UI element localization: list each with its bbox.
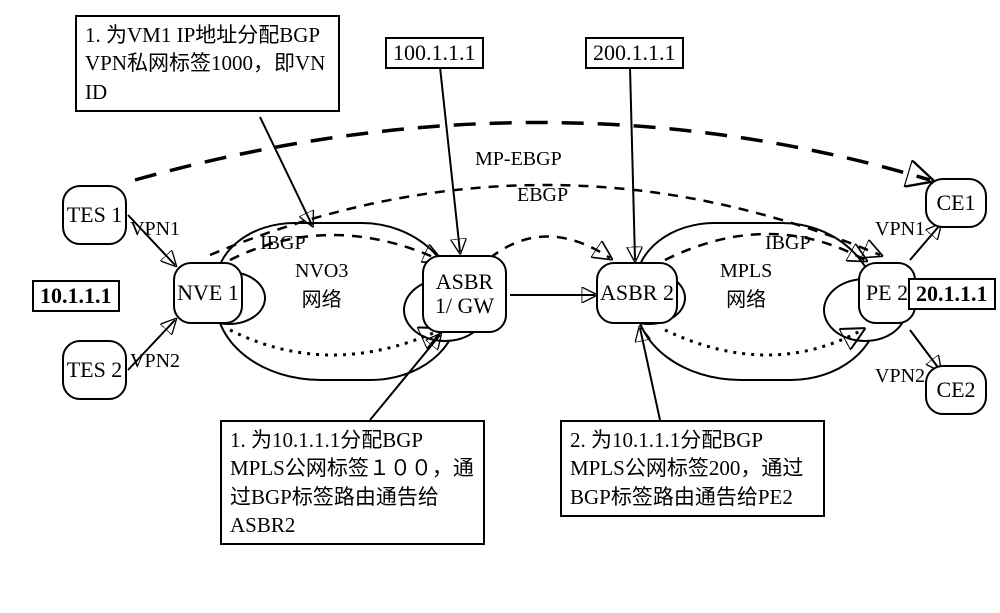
leader-note1 xyxy=(260,117,312,225)
ip-nve1: 10.1.1.1 xyxy=(32,280,120,312)
ip-pe2: 20.1.1.1 xyxy=(908,278,996,310)
node-tes1: TES 1 xyxy=(62,185,127,245)
node-ce1: CE1 xyxy=(925,178,987,228)
cloud-nvo3-label: NVO3 网络 xyxy=(295,260,348,312)
node-asbr2: ASBR 2 xyxy=(596,262,678,324)
diagram-stage: NVO3 网络 MPLS 网络 TES 1 TES 2 NVE 1 ASBR 1… xyxy=(0,0,1000,613)
label-vpn1-left: VPN1 xyxy=(130,218,180,241)
label-vpn1-right: VPN1 xyxy=(875,218,925,241)
leader-ip-asbr1 xyxy=(440,67,460,252)
node-nve1: NVE 1 xyxy=(173,262,243,324)
node-ce2: CE2 xyxy=(925,365,987,415)
ip-asbr2: 200.1.1.1 xyxy=(585,37,684,69)
leader-ip-asbr2 xyxy=(630,67,635,260)
label-vpn2-right: VPN2 xyxy=(875,365,925,388)
arc-ebgp xyxy=(490,237,610,259)
note-4: 2. 为10.1.1.1分配BGP MPLS公网标签200，通过BGP标签路由通… xyxy=(560,420,825,517)
label-ibgp-left: IBGP xyxy=(260,232,306,255)
node-tes2: TES 2 xyxy=(62,340,127,400)
note-3: 1. 为10.1.1.1分配BGP MPLS公网标签１００，通过BGP标签路由通… xyxy=(220,420,485,545)
label-ebgp: EBGP xyxy=(517,184,568,207)
node-asbr1: ASBR 1/ GW xyxy=(422,255,507,333)
ip-asbr1: 100.1.1.1 xyxy=(385,37,484,69)
leader-vpn2-right xyxy=(910,330,940,370)
label-mp-ebgp: MP-EBGP xyxy=(475,148,562,171)
cloud-mpls-label: MPLS 网络 xyxy=(720,260,772,312)
label-vpn2-left: VPN2 xyxy=(130,350,180,373)
label-ibgp-right: IBGP xyxy=(765,232,811,255)
note-1: 1. 为VM1 IP地址分配BGP VPN私网标签1000，即VN ID xyxy=(75,15,340,112)
